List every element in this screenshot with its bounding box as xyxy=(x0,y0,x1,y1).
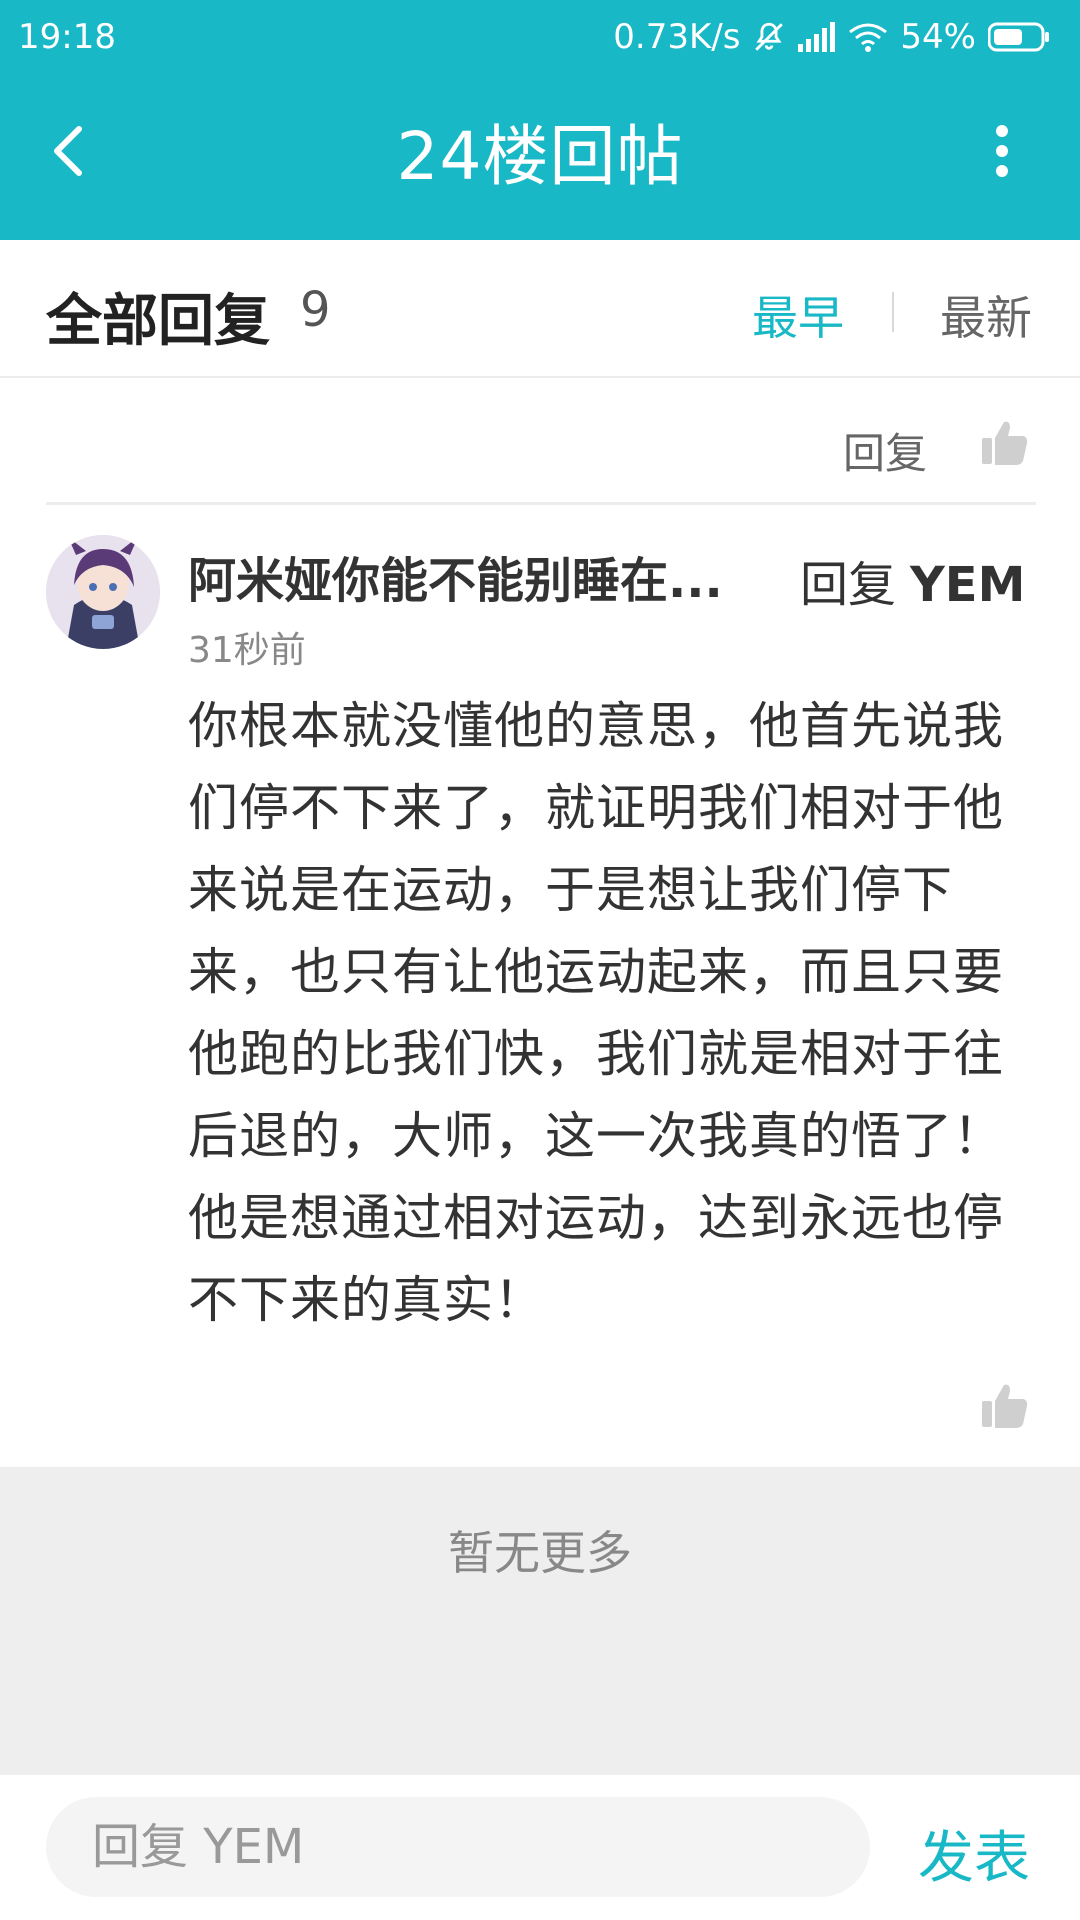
reply-input-bar: 发表 xyxy=(0,1775,1080,1920)
battery-icon xyxy=(988,22,1050,52)
battery-percent: 54% xyxy=(900,17,976,57)
status-time: 19:18 xyxy=(18,17,116,57)
comment-item: 阿米娅你能不能别睡在... 回复 YEM 31秒前 你根本就没懂他的意思，他首先说… xyxy=(0,505,1080,1467)
app-screen: 19:18 0.73K/s 54% 24楼回帖 全部回复 9 最早 最新 回复 … xyxy=(0,0,1080,1920)
status-bar: 19:18 0.73K/s 54% xyxy=(0,0,1080,74)
post-reply-button[interactable]: 回复 xyxy=(843,420,927,481)
send-button[interactable]: 发表 xyxy=(918,1813,1030,1894)
post-actions: 回复 xyxy=(0,380,1080,504)
avatar[interactable] xyxy=(46,535,160,649)
replies-header: 全部回复 9 最早 最新 xyxy=(0,240,1080,378)
network-speed: 0.73K/s xyxy=(613,17,741,57)
replies-count: 9 xyxy=(300,282,331,338)
sort-latest-tab[interactable]: 最新 xyxy=(940,282,1032,348)
replies-title: 全部回复 xyxy=(46,289,270,354)
more-options-button[interactable] xyxy=(982,118,1022,188)
reply-target-user[interactable]: YEM xyxy=(910,557,1025,613)
thumbs-up-icon[interactable] xyxy=(980,418,1030,468)
no-more-text: 暂无更多 xyxy=(448,1526,632,1580)
reply-to: 回复 YEM xyxy=(800,545,1025,615)
status-icons: 0.73K/s 54% xyxy=(613,0,1050,74)
top-bar: 19:18 0.73K/s 54% 24楼回帖 xyxy=(0,0,1080,240)
reply-input[interactable] xyxy=(46,1797,870,1897)
sort-earliest-tab[interactable]: 最早 xyxy=(752,282,844,348)
thumbs-up-icon[interactable] xyxy=(980,1381,1030,1431)
reply-to-label: 回复 xyxy=(800,557,897,613)
wifi-icon xyxy=(848,22,888,52)
sort-divider xyxy=(892,292,894,332)
page-title: 24楼回帖 xyxy=(396,118,684,195)
signal-icon xyxy=(798,22,836,52)
mute-bell-icon xyxy=(752,20,786,54)
no-more-area: 暂无更多 xyxy=(0,1467,1080,1775)
app-bar: 24楼回帖 xyxy=(0,74,1080,240)
comment-body: 你根本就没懂他的意思，他首先说我们停不下来了，就证明我们相对于他来说是在运动，于… xyxy=(188,697,1004,1329)
more-vertical-icon xyxy=(994,123,1010,183)
comment-timestamp: 31秒前 xyxy=(188,630,306,671)
comment-author[interactable]: 阿米娅你能不能别睡在... xyxy=(188,541,788,611)
